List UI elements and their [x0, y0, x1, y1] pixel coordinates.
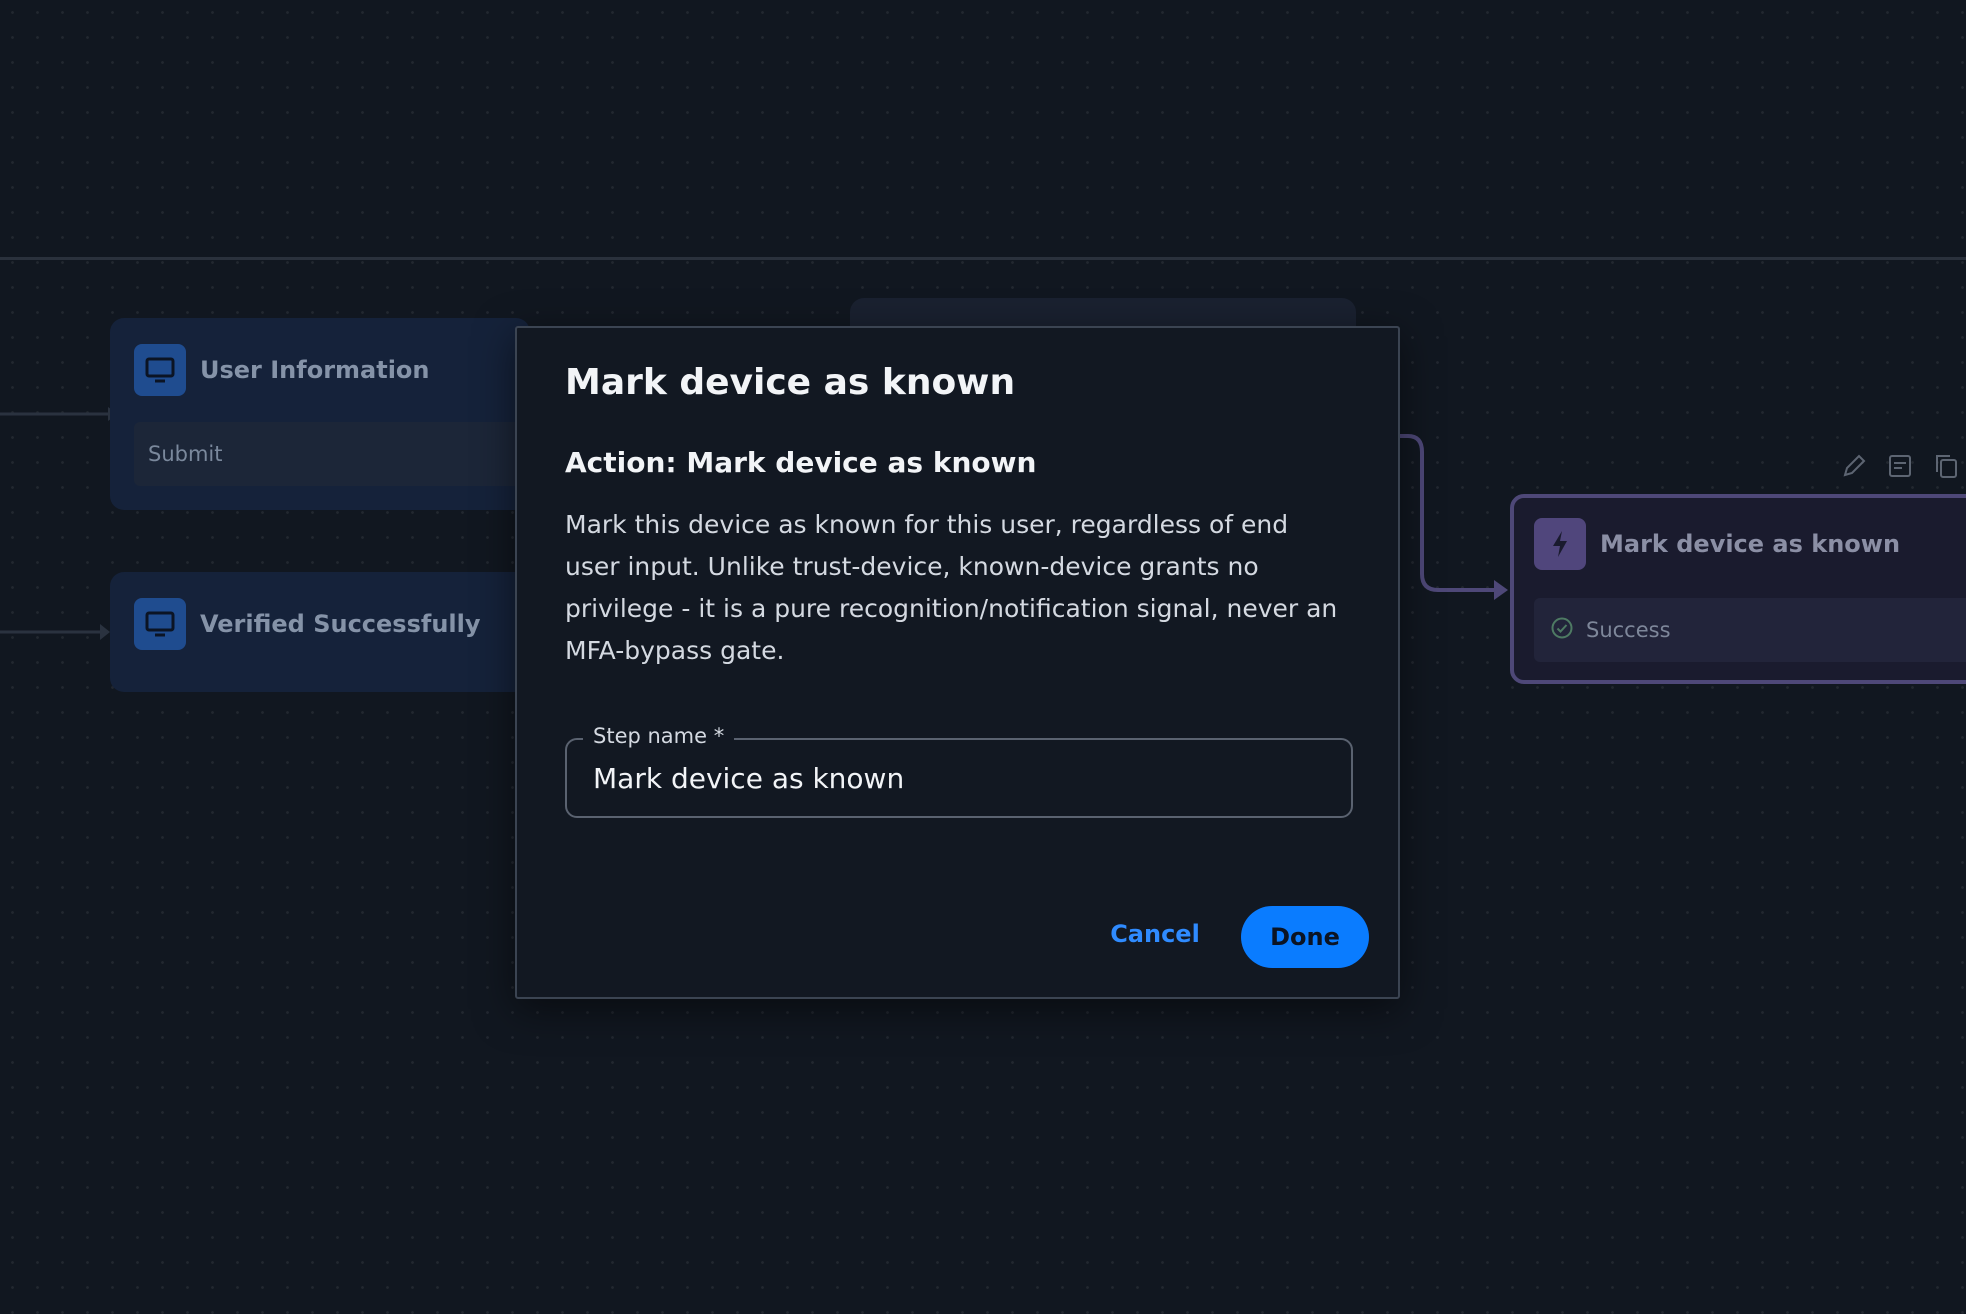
pencil-icon[interactable] [1840, 452, 1868, 480]
edit-step-dialog: Mark device as known Action: Mark device… [515, 326, 1400, 999]
dialog-description: Mark this device as known for this user,… [565, 510, 1338, 665]
dialog-subtitle: Action: Mark device as known [565, 446, 1037, 479]
flow-node-mark-device-as-known[interactable]: Mark device as known Success [1510, 494, 1966, 684]
step-name-field: Step name * [565, 724, 1353, 818]
note-icon[interactable] [1886, 452, 1914, 480]
dialog-title: Mark device as known [565, 362, 1016, 403]
node-output-submit[interactable]: Submit [134, 422, 530, 486]
flow-node-user-information[interactable]: User Information Submit [110, 318, 530, 510]
flow-node-verified-successfully[interactable]: Verified Successfully [110, 572, 530, 692]
check-circle-icon [1550, 616, 1574, 645]
node-title: Mark device as known [1600, 530, 1901, 558]
cancel-button[interactable]: Cancel [1095, 904, 1215, 964]
status-label: Success [1586, 618, 1671, 642]
monitor-icon [134, 598, 186, 650]
node-title: User Information [200, 356, 430, 384]
copy-icon[interactable] [1932, 452, 1960, 480]
lightning-icon [1534, 518, 1586, 570]
monitor-icon [134, 344, 186, 396]
node-title: Verified Successfully [200, 610, 481, 638]
node-output-success[interactable]: Success [1534, 598, 1966, 662]
done-button[interactable]: Done [1241, 906, 1369, 968]
node-toolbar [1840, 452, 1960, 480]
step-name-input[interactable] [593, 740, 1333, 816]
